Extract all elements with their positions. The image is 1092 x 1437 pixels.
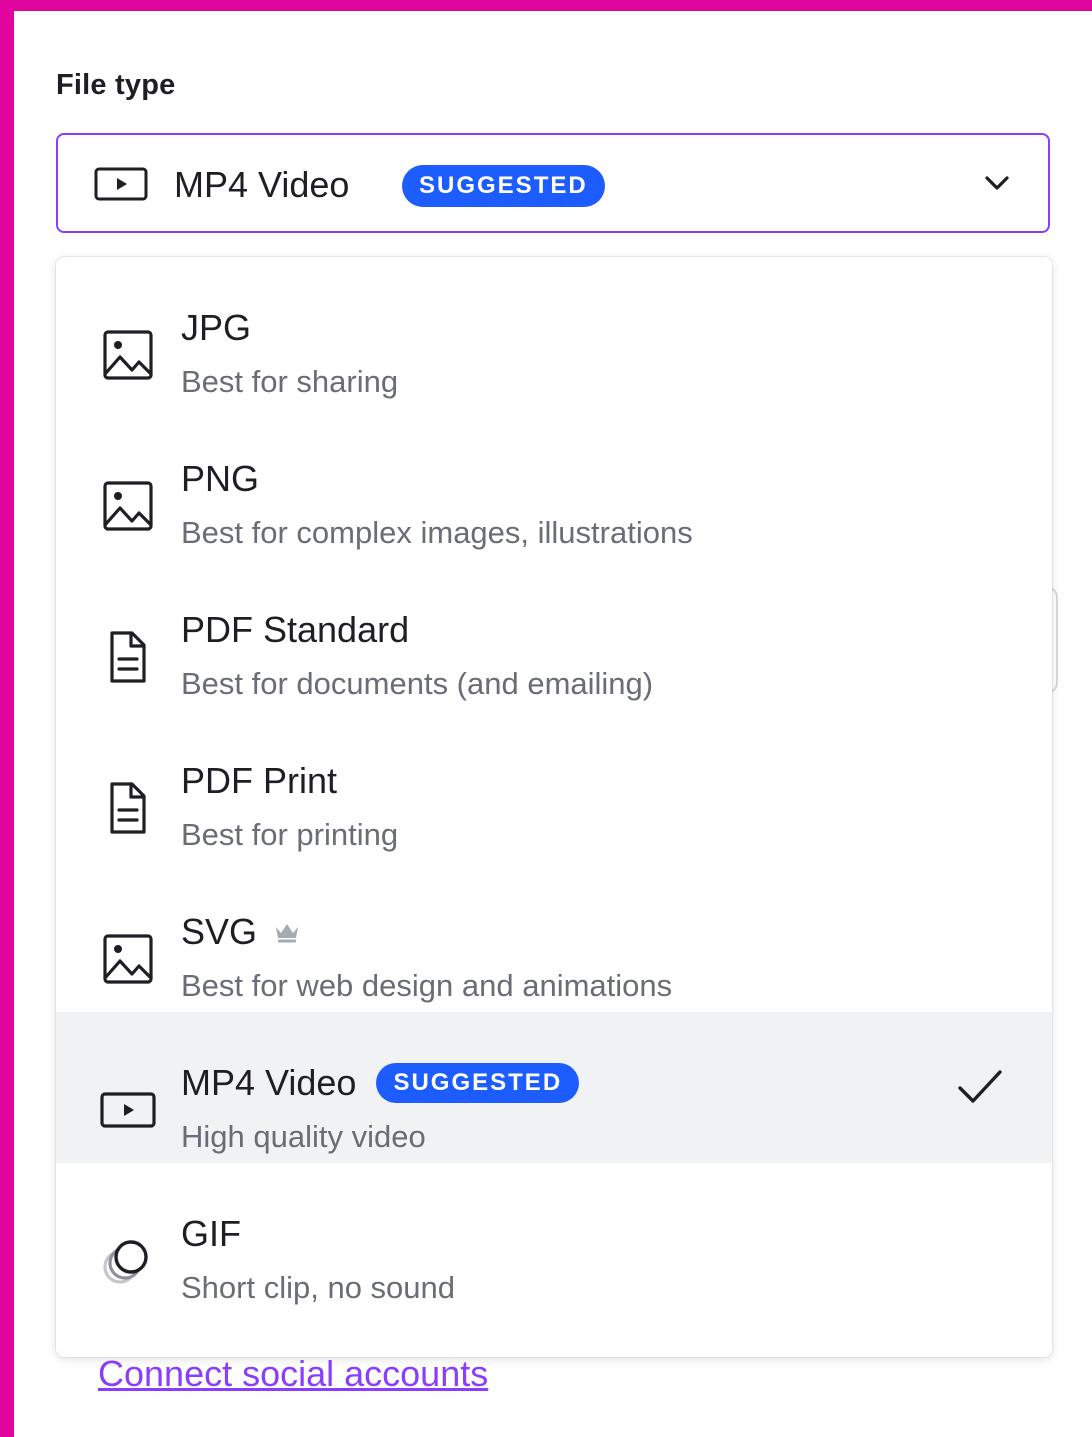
option-png[interactable]: PNG Best for complex images, illustratio… — [56, 408, 1052, 559]
image-icon — [103, 481, 153, 531]
option-pdf-print[interactable]: PDF Print Best for printing — [56, 710, 1052, 861]
video-play-icon — [100, 1092, 156, 1128]
file-type-select[interactable]: MP4 Video SUGGESTED — [56, 133, 1050, 233]
option-description: Best for complex images, illustrations — [181, 515, 693, 550]
document-icon — [110, 782, 146, 834]
video-play-icon — [94, 167, 148, 201]
file-type-selected-value: MP4 Video — [174, 164, 350, 205]
suggested-badge: SUGGESTED — [402, 165, 605, 207]
checkmark-icon — [958, 1070, 1002, 1103]
option-svg[interactable]: SVG Best for web design and animations — [56, 861, 1052, 1012]
option-title: GIF — [181, 1213, 241, 1254]
option-title: SVG — [181, 911, 301, 953]
option-title: PDF Standard — [181, 609, 410, 650]
crown-icon — [276, 924, 299, 943]
image-icon — [103, 934, 153, 984]
file-type-label: File type — [56, 69, 176, 101]
gif-circles-icon — [103, 1240, 148, 1284]
option-pdf-standard[interactable]: PDF Standard Best for documents (and ema… — [56, 559, 1052, 710]
option-description: Best for documents (and emailing) — [181, 666, 654, 701]
option-mp4-video[interactable]: MP4 Video SUGGESTED High quality video — [56, 1012, 1052, 1163]
option-description: Best for printing — [181, 817, 399, 852]
image-icon — [103, 330, 153, 380]
export-panel: File type MP4 Video SUGGESTED JPG Best f… — [14, 11, 1092, 1437]
option-title: PDF Print — [181, 760, 338, 801]
chevron-down-icon — [985, 176, 1009, 190]
option-title: PNG — [181, 458, 260, 499]
connect-social-accounts-link[interactable]: Connect social accounts — [98, 1353, 488, 1395]
option-description: Best for web design and animations — [181, 968, 673, 1003]
option-gif[interactable]: GIF Short clip, no sound — [56, 1163, 1052, 1314]
document-icon — [110, 631, 146, 683]
suggested-badge: SUGGESTED — [376, 1063, 580, 1103]
option-title: MP4 Video SUGGESTED — [181, 1062, 580, 1104]
file-type-dropdown: JPG Best for sharing PNG Best for comple… — [56, 257, 1052, 1357]
option-description: Best for sharing — [181, 364, 399, 399]
option-jpg[interactable]: JPG Best for sharing — [56, 257, 1052, 408]
option-title: JPG — [181, 307, 252, 348]
option-description: High quality video — [181, 1119, 426, 1154]
option-description: Short clip, no sound — [181, 1270, 456, 1305]
